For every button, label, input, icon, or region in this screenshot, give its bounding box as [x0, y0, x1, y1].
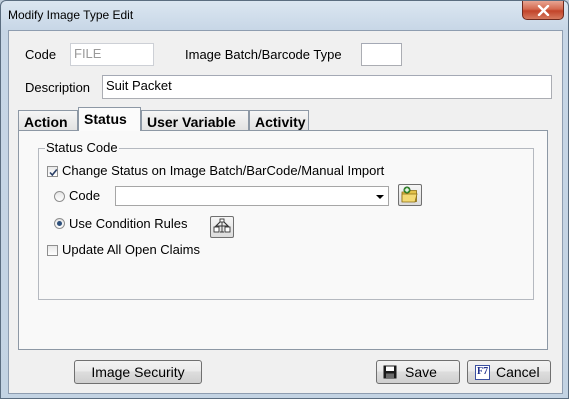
code-radio-label: Code: [69, 188, 101, 203]
save-label: Save: [405, 364, 437, 380]
status-code-group: Status Code Change Status on Image Batch…: [38, 140, 534, 300]
cancel-key-icon: F7: [475, 365, 491, 380]
image-security-label: Image Security: [91, 364, 185, 380]
tab-status[interactable]: Status: [78, 107, 141, 131]
cancel-button[interactable]: F7 Cancel: [467, 360, 551, 384]
cancel-label: Cancel: [496, 364, 540, 380]
tab-user-variable[interactable]: User Variable: [141, 110, 249, 131]
window-title: Modify Image Type Edit: [8, 8, 134, 22]
batch-type-field[interactable]: [361, 43, 402, 66]
tab-action[interactable]: Action: [18, 110, 78, 131]
checkmark-icon: [49, 168, 58, 177]
use-condition-rules-radio[interactable]: [54, 218, 65, 229]
status-code-dropdown[interactable]: [115, 186, 389, 206]
use-condition-rules-label: Use Condition Rules: [69, 216, 188, 231]
description-label: Description: [25, 80, 91, 95]
update-open-claims-label: Update All Open Claims: [62, 242, 201, 257]
code-label: Code: [25, 47, 57, 62]
close-icon: [537, 5, 550, 16]
dialog-body: Code FILE Image Batch/Barcode Type Descr…: [8, 30, 563, 394]
chevron-down-icon: [376, 195, 384, 199]
folder-add-icon: [401, 186, 418, 203]
change-status-label: Change Status on Image Batch/BarCode/Man…: [62, 163, 385, 178]
update-open-claims-checkbox[interactable]: [47, 245, 58, 256]
add-status-code-button[interactable]: [398, 184, 422, 206]
code-field[interactable]: FILE: [70, 43, 154, 66]
dropdown-arrow[interactable]: [372, 187, 388, 205]
change-status-checkbox[interactable]: [47, 166, 58, 177]
title-bar[interactable]: Modify Image Type Edit: [1, 1, 568, 29]
save-button[interactable]: Save: [376, 360, 460, 384]
dropdown-value: [118, 189, 178, 203]
condition-rules-button[interactable]: [210, 216, 234, 238]
floppy-disk-icon: [383, 365, 397, 379]
code-radio[interactable]: [54, 191, 65, 202]
group-title: Status Code: [45, 140, 119, 155]
description-field[interactable]: Suit Packet: [102, 75, 552, 99]
close-button[interactable]: [522, 1, 564, 20]
hierarchy-icon: [213, 218, 231, 233]
image-security-button[interactable]: Image Security: [74, 360, 202, 384]
tab-activity[interactable]: Activity: [249, 110, 309, 131]
batch-type-label: Image Batch/Barcode Type: [185, 47, 342, 62]
status-tab-panel: Status Code Change Status on Image Batch…: [18, 130, 548, 350]
dialog-window: Modify Image Type Edit Code FILE Image B…: [0, 0, 569, 399]
